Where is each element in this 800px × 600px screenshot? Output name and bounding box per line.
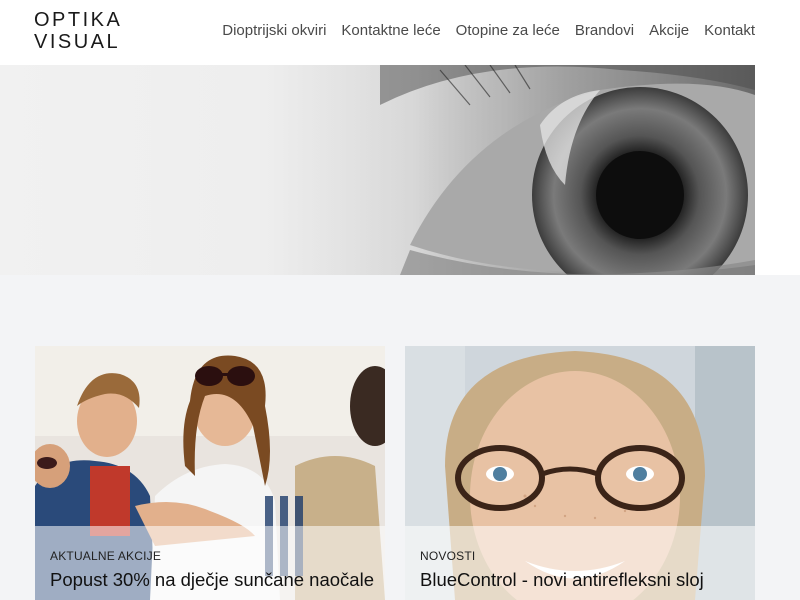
card-title[interactable]: BlueControl - novi antirefleksni sloj [420, 569, 704, 591]
hero-right-margin [755, 65, 800, 275]
promo-card-novosti[interactable]: NOVOSTI BlueControl - novi antirefleksni… [405, 346, 755, 600]
nav-akcije[interactable]: Akcije [649, 21, 689, 41]
card-category: AKTUALNE AKCIJE [50, 549, 162, 563]
main-navigation: Dioptrijski okviri Kontaktne leće Otopin… [222, 21, 755, 41]
eye-illustration [300, 65, 755, 275]
promo-card-akcije[interactable]: AKTUALNE AKCIJE Popust 30% na dječje sun… [35, 346, 385, 600]
nav-brandovi[interactable]: Brandovi [575, 21, 634, 41]
logo-text-top: OPTIKA [34, 9, 123, 31]
logo-text-bottom: VISUAL [34, 31, 121, 53]
nav-kontakt[interactable]: Kontakt [704, 21, 755, 41]
card-title[interactable]: Popust 30% na dječje sunčane naočale [50, 569, 374, 591]
hero-banner-eye-image [0, 65, 755, 275]
nav-kontaktne-lece[interactable]: Kontaktne leće [341, 21, 440, 41]
nav-dioptrijski-okviri[interactable]: Dioptrijski okviri [222, 21, 326, 41]
optika-visual-logo[interactable]: OPTIKA VISUAL [34, 8, 124, 54]
nav-otopine-za-lece[interactable]: Otopine za leće [456, 21, 560, 41]
card-category: NOVOSTI [420, 549, 476, 563]
site-header: OPTIKA VISUAL Dioptrijski okviri Kontakt… [0, 0, 800, 65]
